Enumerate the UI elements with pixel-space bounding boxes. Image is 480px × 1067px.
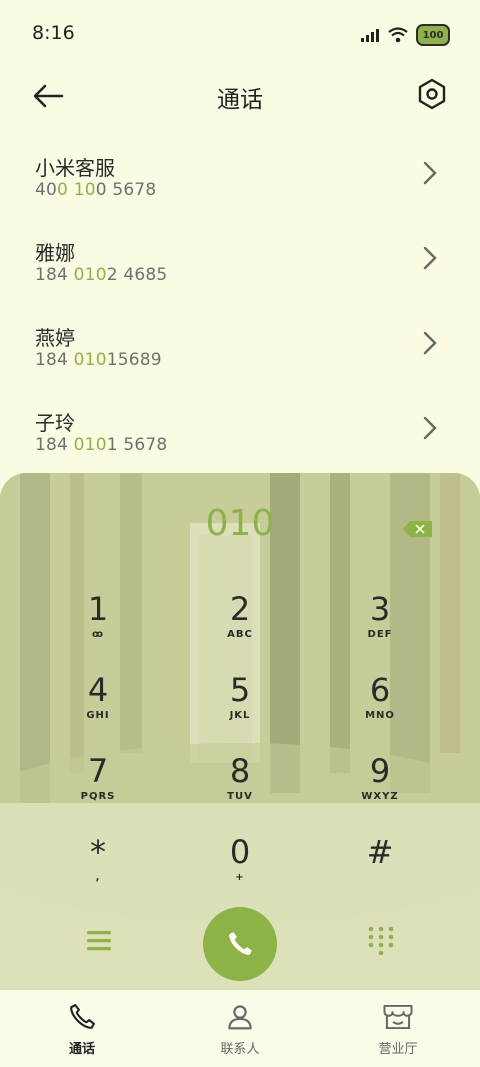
- person-icon: [228, 1005, 252, 1030]
- call-button[interactable]: [203, 907, 277, 981]
- call-row[interactable]: 燕婷 184 01015689: [0, 300, 480, 385]
- call-row[interactable]: 小米客服 400 100 5678: [0, 130, 480, 215]
- call-list: 小米客服 400 100 5678 雅娜 184 0102 4685 燕婷 18…: [0, 130, 480, 470]
- dial-key-0[interactable]: 0 +: [170, 826, 310, 906]
- chevron-right-icon[interactable]: [420, 330, 440, 356]
- status-bar: 8:16 100: [0, 0, 480, 64]
- phone-icon: [70, 1004, 95, 1029]
- chevron-right-icon[interactable]: [420, 245, 440, 271]
- dial-key-6[interactable]: 6 MNO: [310, 664, 450, 744]
- chevron-right-icon[interactable]: [420, 415, 440, 441]
- chevron-right-icon[interactable]: [420, 160, 440, 186]
- dial-key-5[interactable]: 5 JKL: [170, 664, 310, 744]
- call-row[interactable]: 子玲 184 0101 5678: [0, 385, 480, 470]
- keypad-icon[interactable]: [366, 925, 396, 955]
- status-icons: 100: [360, 24, 450, 46]
- nav-label: 联系人: [220, 1042, 260, 1057]
- dial-key-8[interactable]: 8 TUV: [170, 745, 310, 825]
- contact-name: 燕婷: [35, 326, 75, 350]
- nav-contacts[interactable]: 联系人: [160, 990, 320, 1067]
- dial-key-2[interactable]: 2 ABC: [170, 583, 310, 663]
- call-row[interactable]: 雅娜 184 0102 4685: [0, 215, 480, 300]
- store-icon: [383, 1004, 413, 1030]
- dial-key-7[interactable]: 7 PQRS: [28, 745, 168, 825]
- battery-icon: 100: [416, 24, 450, 46]
- nav-store[interactable]: 营业厅: [318, 990, 478, 1067]
- dial-key-9[interactable]: 9 WXYZ: [310, 745, 450, 825]
- signal-icon: [361, 29, 379, 42]
- settings-icon[interactable]: [414, 76, 450, 112]
- dial-key-4[interactable]: 4 GHI: [28, 664, 168, 744]
- status-time: 8:16: [32, 22, 75, 44]
- contact-number: 184 0101 5678: [35, 435, 168, 455]
- contact-number: 184 01015689: [35, 350, 162, 370]
- dial-key-hash[interactable]: #: [310, 826, 450, 906]
- contact-number: 184 0102 4685: [35, 265, 168, 285]
- menu-icon[interactable]: [85, 927, 113, 955]
- wifi-icon: [388, 27, 408, 43]
- dial-key-3[interactable]: 3 DEF: [310, 583, 450, 663]
- nav-calls[interactable]: 通话: [2, 990, 162, 1067]
- contact-name: 子玲: [35, 411, 75, 435]
- nav-label: 营业厅: [378, 1042, 418, 1057]
- bottom-nav: 通话 联系人 营业厅: [0, 990, 480, 1067]
- phone-icon: [229, 932, 252, 955]
- contact-name: 雅娜: [35, 241, 75, 265]
- dial-key-star[interactable]: *,: [28, 826, 168, 906]
- page-title: 通话: [217, 87, 263, 113]
- backspace-icon[interactable]: [402, 520, 434, 538]
- action-row: [0, 905, 480, 985]
- contact-number: 400 100 5678: [35, 180, 157, 200]
- contact-name: 小米客服: [35, 156, 115, 180]
- nav-label: 通话: [68, 1042, 95, 1057]
- dial-key-1[interactable]: 1ꝏ: [28, 583, 168, 663]
- header: 通话: [0, 64, 480, 128]
